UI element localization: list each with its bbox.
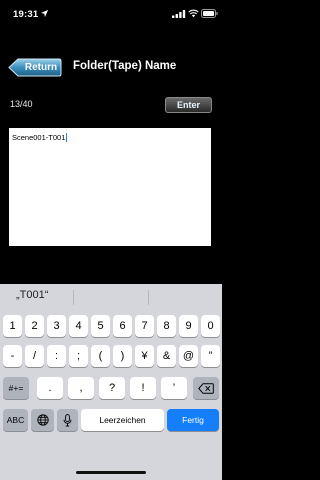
microphone-key[interactable]: [57, 409, 78, 431]
key-colon[interactable]: :: [47, 345, 66, 367]
key-semicolon[interactable]: ;: [69, 345, 88, 367]
location-arrow-icon: [40, 9, 49, 18]
key-9[interactable]: 9: [179, 315, 198, 337]
folder-name-text: Scene001-T001: [12, 133, 66, 142]
key-6[interactable]: 6: [113, 315, 132, 337]
folder-name-value: Scene001-T001: [12, 133, 67, 142]
page-title: Folder(Tape) Name: [73, 60, 177, 72]
microphone-icon: [63, 413, 72, 426]
key-at[interactable]: @: [179, 345, 198, 367]
cellular-signal-icon: [172, 10, 186, 18]
character-counter: 13/40: [10, 99, 33, 109]
key-7[interactable]: 7: [135, 315, 154, 337]
key-close-paren[interactable]: ): [113, 345, 132, 367]
globe-icon: [36, 414, 49, 426]
suggestion-divider: [73, 290, 74, 305]
status-time: 19:31: [13, 9, 39, 20]
key-0[interactable]: 0: [201, 315, 220, 337]
enter-button[interactable]: Enter: [165, 97, 212, 113]
suggestion-item[interactable]: „T001“: [16, 289, 48, 301]
key-symbols-shift[interactable]: #+=: [3, 377, 29, 399]
key-quote[interactable]: ”: [201, 345, 220, 367]
keyboard: „T001“ 1 2 3 4 5 6 7 8 9 0 - / : ; ( ) ¥…: [0, 284, 222, 480]
wifi-icon: [188, 9, 199, 18]
key-5[interactable]: 5: [91, 315, 110, 337]
key-open-paren[interactable]: (: [91, 345, 110, 367]
key-8[interactable]: 8: [157, 315, 176, 337]
done-key[interactable]: Fertig: [167, 409, 219, 431]
return-button[interactable]: Return: [8, 58, 62, 77]
text-caret: [65, 133, 67, 142]
key-question[interactable]: ?: [99, 377, 125, 399]
key-apostrophe[interactable]: ’: [161, 377, 187, 399]
backspace-key[interactable]: [193, 377, 219, 399]
battery-icon: [201, 9, 218, 18]
key-2[interactable]: 2: [25, 315, 44, 337]
suggestion-divider: [148, 290, 149, 305]
key-comma[interactable]: ,: [68, 377, 94, 399]
backspace-icon: [198, 382, 214, 394]
key-exclamation[interactable]: !: [130, 377, 156, 399]
home-indicator: [76, 471, 146, 474]
key-1[interactable]: 1: [3, 315, 22, 337]
globe-key[interactable]: [31, 409, 54, 431]
key-slash[interactable]: /: [25, 345, 44, 367]
key-ampersand[interactable]: &: [157, 345, 176, 367]
suggestion-bar: „T001“: [0, 284, 222, 310]
return-label: Return: [24, 62, 58, 73]
space-key[interactable]: Leerzeichen: [81, 409, 164, 431]
key-4[interactable]: 4: [69, 315, 88, 337]
key-period[interactable]: .: [37, 377, 63, 399]
folder-name-input[interactable]: Scene001-T001: [9, 128, 211, 246]
status-bar: 19:31: [0, 0, 222, 30]
key-hyphen[interactable]: -: [3, 345, 22, 367]
key-3[interactable]: 3: [47, 315, 66, 337]
key-abc[interactable]: ABC: [3, 409, 28, 431]
key-yen[interactable]: ¥: [135, 345, 154, 367]
